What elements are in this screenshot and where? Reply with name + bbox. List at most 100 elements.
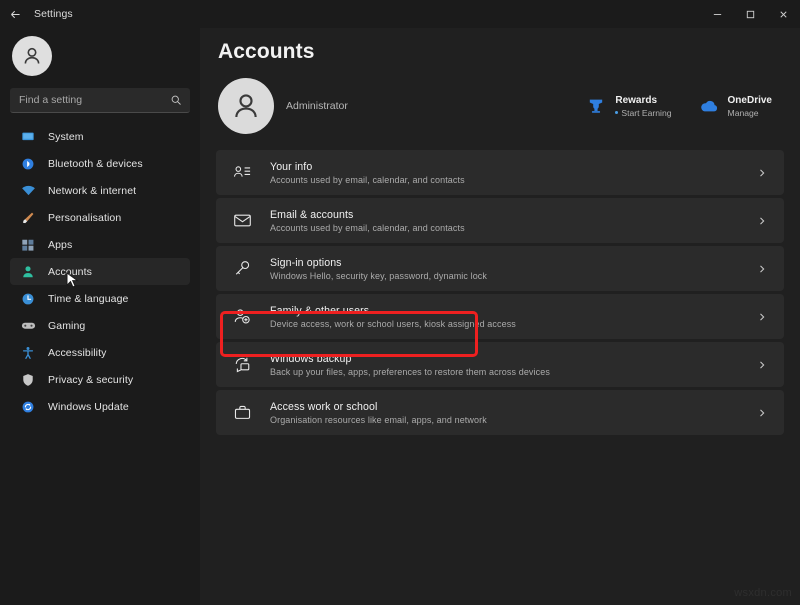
update-icon <box>18 400 38 414</box>
bluetooth-icon <box>18 157 38 171</box>
card-text: Your info Accounts used by email, calend… <box>270 161 754 185</box>
window-title: Settings <box>34 8 73 20</box>
sidebar-item-network-internet[interactable]: Network & internet <box>10 177 190 204</box>
sidebar-item-gaming[interactable]: Gaming <box>10 312 190 339</box>
sidebar-item-windows-update[interactable]: Windows Update <box>10 393 190 420</box>
card-text: Family & other users Device access, work… <box>270 305 754 329</box>
chevron-right-icon[interactable] <box>754 264 770 274</box>
main-content: Accounts Administrator <box>200 28 800 605</box>
sidebar-item-label: Privacy & security <box>48 374 133 386</box>
sidebar-item-accounts[interactable]: Accounts <box>10 258 190 285</box>
badge-subtitle-row: Manage <box>728 108 772 118</box>
rewards-icon <box>585 97 607 115</box>
sidebar-item-personalisation[interactable]: Personalisation <box>10 204 190 231</box>
page-title: Accounts <box>218 40 784 64</box>
person-list-icon <box>230 163 254 182</box>
card-email-accounts[interactable]: Email & accounts Accounts used by email,… <box>216 198 784 243</box>
settings-card-list: Your info Accounts used by email, calend… <box>216 150 784 435</box>
back-button[interactable] <box>0 0 30 28</box>
accessibility-icon <box>18 346 38 360</box>
card-subtitle: Accounts used by email, calendar, and co… <box>270 223 754 233</box>
account-summary: Administrator Rewards <box>218 78 784 134</box>
envelope-icon <box>230 211 254 230</box>
sidebar-item-time-language[interactable]: Time & language <box>10 285 190 312</box>
badge-subtitle: Start Earning <box>621 108 671 118</box>
paintbrush-icon <box>18 211 38 225</box>
card-your-info[interactable]: Your info Accounts used by email, calend… <box>216 150 784 195</box>
card-subtitle: Accounts used by email, calendar, and co… <box>270 175 754 185</box>
card-access-work-school[interactable]: Access work or school Organisation resou… <box>216 390 784 435</box>
card-subtitle: Organisation resources like email, apps,… <box>270 415 754 425</box>
close-button[interactable] <box>767 0 800 28</box>
badge-subtitle: Manage <box>728 108 759 118</box>
window-body: System Bluetooth & devices Network & int… <box>0 28 800 605</box>
card-text: Sign-in options Windows Hello, security … <box>270 257 754 281</box>
card-title: Sign-in options <box>270 257 754 269</box>
backup-icon <box>230 355 254 374</box>
card-windows-backup[interactable]: Windows backup Back up your files, apps,… <box>216 342 784 387</box>
clock-icon <box>18 292 38 306</box>
sidebar-item-label: Windows Update <box>48 401 129 413</box>
account-name: Administrator <box>286 100 348 112</box>
card-text: Windows backup Back up your files, apps,… <box>270 353 754 377</box>
card-sign-in-options[interactable]: Sign-in options Windows Hello, security … <box>216 246 784 291</box>
person-avatar-icon <box>218 78 274 134</box>
sidebar-item-label: Bluetooth & devices <box>48 158 143 170</box>
chevron-right-icon[interactable] <box>754 216 770 226</box>
person-icon <box>18 265 38 279</box>
person-add-icon <box>230 307 254 326</box>
card-subtitle: Device access, work or school users, kio… <box>270 319 754 329</box>
wifi-icon <box>18 183 38 198</box>
gamepad-icon <box>18 318 38 333</box>
search-input[interactable] <box>10 88 190 113</box>
sidebar-item-label: Gaming <box>48 320 85 332</box>
sidebar-item-system[interactable]: System <box>10 123 190 150</box>
settings-window: Settings <box>0 0 800 605</box>
account-badges: Rewards Start Earning <box>585 95 772 118</box>
onedrive-badge[interactable]: OneDrive Manage <box>698 95 772 118</box>
sidebar-item-label: Network & internet <box>48 185 136 197</box>
chevron-right-icon[interactable] <box>754 360 770 370</box>
chevron-right-icon[interactable] <box>754 312 770 322</box>
title-bar: Settings <box>0 0 800 28</box>
badge-subtitle-row: Start Earning <box>615 108 671 118</box>
sidebar-item-accessibility[interactable]: Accessibility <box>10 339 190 366</box>
card-title: Your info <box>270 161 754 173</box>
badge-title: Rewards <box>615 95 671 106</box>
card-text: Email & accounts Accounts used by email,… <box>270 209 754 233</box>
rewards-badge[interactable]: Rewards Start Earning <box>585 95 671 118</box>
badge-title: OneDrive <box>728 95 772 106</box>
chevron-right-icon[interactable] <box>754 408 770 418</box>
sidebar-item-label: Apps <box>48 239 72 251</box>
card-title: Access work or school <box>270 401 754 413</box>
sidebar-item-privacy-security[interactable]: Privacy & security <box>10 366 190 393</box>
person-avatar-icon <box>12 36 52 76</box>
minimize-button[interactable] <box>701 0 734 28</box>
monitor-icon <box>18 130 38 144</box>
briefcase-icon <box>230 403 254 422</box>
card-text: Access work or school Organisation resou… <box>270 401 754 425</box>
shield-icon <box>18 373 38 387</box>
card-subtitle: Windows Hello, security key, password, d… <box>270 271 754 281</box>
search-container <box>10 88 190 113</box>
sidebar: System Bluetooth & devices Network & int… <box>0 28 200 605</box>
card-title: Email & accounts <box>270 209 754 221</box>
sidebar-item-bluetooth-devices[interactable]: Bluetooth & devices <box>10 150 190 177</box>
chevron-right-icon[interactable] <box>754 168 770 178</box>
key-icon <box>230 259 254 278</box>
card-subtitle: Back up your files, apps, preferences to… <box>270 367 754 377</box>
maximize-button[interactable] <box>734 0 767 28</box>
sidebar-item-apps[interactable]: Apps <box>10 231 190 258</box>
watermark: wsxdn.com <box>734 587 792 599</box>
card-title: Windows backup <box>270 353 754 365</box>
onedrive-icon <box>698 96 720 116</box>
sidebar-profile[interactable] <box>10 28 190 86</box>
status-dot-icon <box>615 111 618 114</box>
sidebar-item-label: Time & language <box>48 293 129 305</box>
sidebar-item-label: System <box>48 131 84 143</box>
apps-grid-icon <box>18 238 38 252</box>
card-title: Family & other users <box>270 305 754 317</box>
sidebar-item-label: Accounts <box>48 266 92 278</box>
card-family-other-users[interactable]: Family & other users Device access, work… <box>216 294 784 339</box>
sidebar-nav: System Bluetooth & devices Network & int… <box>10 123 190 420</box>
